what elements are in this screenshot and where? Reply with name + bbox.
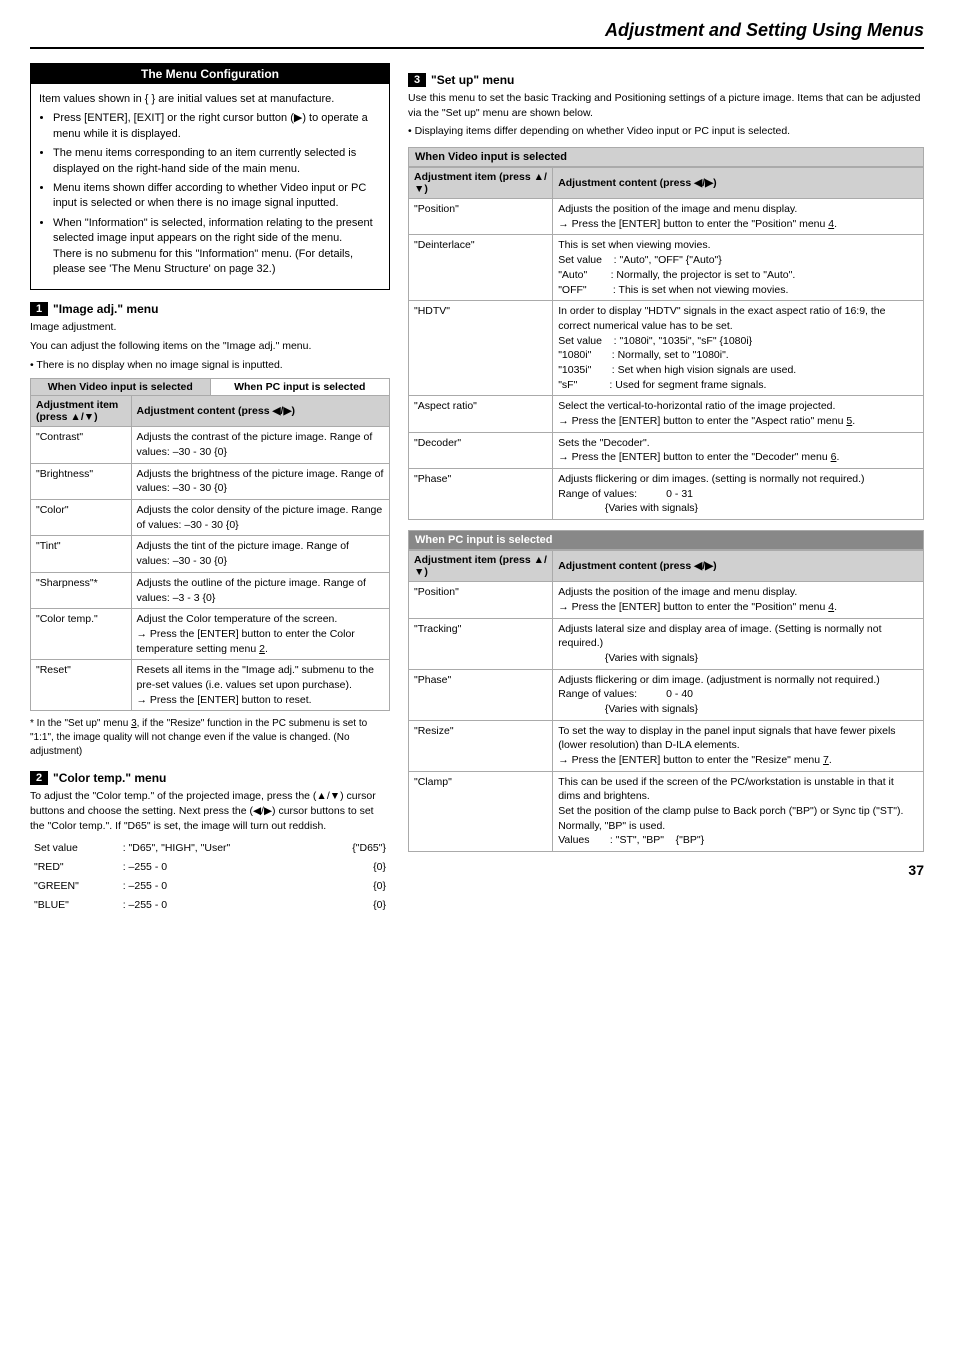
item-cell: "Tracking"	[409, 618, 553, 669]
col2-header-video: Adjustment content (press ◀/▶)	[553, 168, 924, 199]
menu-config-header: The Menu Configuration	[31, 64, 389, 84]
item-cell: "Tint"	[31, 536, 132, 572]
table-row: "Reset" Resets all items in the "Image a…	[31, 660, 390, 711]
menu1-table: Adjustment item (press ▲/▼) Adjustment c…	[30, 395, 390, 711]
col1-header-video: Adjustment item (press ▲/▼)	[409, 168, 553, 199]
list-item: When "Information" is selected, informat…	[53, 216, 381, 278]
content-cell: Select the vertical-to-horizontal ratio …	[553, 396, 924, 432]
list-item: Press [ENTER], [EXIT] or the right curso…	[53, 111, 381, 142]
tab-pc-input[interactable]: When PC input is selected	[211, 379, 390, 395]
table-row: "Resize" To set the way to display in th…	[409, 720, 924, 771]
table-row: "Clamp" This can be used if the screen o…	[409, 771, 924, 851]
item-cell: "Contrast"	[31, 427, 132, 463]
content-cell: Adjusts the contrast of the picture imag…	[131, 427, 389, 463]
when-pc-header: When PC input is selected	[408, 530, 924, 550]
table-row: "Tracking" Adjusts lateral size and disp…	[409, 618, 924, 669]
item-cell: "Brightness"	[31, 463, 132, 499]
item-cell: "Color"	[31, 500, 132, 536]
menu1-footnote: * In the "Set up" menu 3, if the "Resize…	[30, 717, 390, 759]
item-cell: "Position"	[409, 199, 553, 235]
list-item: Menu items shown differ according to whe…	[53, 181, 381, 212]
table-row: "Aspect ratio" Select the vertical-to-ho…	[409, 396, 924, 432]
set-value: : "D65", "HIGH", "User"	[121, 840, 319, 857]
table-row: "Color" Adjusts the color density of the…	[31, 500, 390, 536]
item-cell: "Resize"	[409, 720, 553, 771]
green-suffix: {0}	[321, 878, 388, 895]
table-row: "Phase" Adjusts flickering or dim images…	[409, 469, 924, 520]
table-row: "Decoder" Sets the "Decoder". → Press th…	[409, 432, 924, 468]
content-cell: Adjusts flickering or dim images. (setti…	[553, 469, 924, 520]
table-row: "Brightness" Adjusts the brightness of t…	[31, 463, 390, 499]
item-cell: "Clamp"	[409, 771, 553, 851]
blue-label: "BLUE"	[32, 897, 119, 914]
item-cell: "HDTV"	[409, 301, 553, 396]
table-row: "HDTV" In order to display "HDTV" signal…	[409, 301, 924, 396]
red-label: "RED"	[32, 859, 119, 876]
menu3-section: 3 "Set up" menu Use this menu to set the…	[408, 73, 924, 852]
menu3-title: 3 "Set up" menu	[408, 73, 924, 87]
table-row: "Deinterlace" This is set when viewing m…	[409, 235, 924, 301]
content-cell: Adjusts the position of the image and me…	[553, 199, 924, 235]
page-title: Adjustment and Setting Using Menus	[30, 20, 924, 49]
content-cell: Adjusts the outline of the picture image…	[131, 572, 389, 608]
content-cell: Adjusts the brightness of the picture im…	[131, 463, 389, 499]
green-value: : –255 - 0	[121, 878, 319, 895]
item-cell: "Decoder"	[409, 432, 553, 468]
item-cell: "Color temp."	[31, 609, 132, 660]
content-cell: Adjust the Color temperature of the scre…	[131, 609, 389, 660]
menu1-title: 1 "Image adj." menu	[30, 302, 390, 316]
list-item: The menu items corresponding to an item …	[53, 146, 381, 177]
content-cell: Sets the "Decoder". → Press the [ENTER] …	[553, 432, 924, 468]
menu2-section: 2 "Color temp." menu To adjust the "Colo…	[30, 771, 390, 915]
content-cell: In order to display "HDTV" signals in th…	[553, 301, 924, 396]
set-value-suffix: {"D65"}	[321, 840, 388, 857]
item-cell: "Aspect ratio"	[409, 396, 553, 432]
page-number: 37	[408, 862, 924, 878]
col2-header-pc: Adjustment content (press ◀/▶)	[553, 551, 924, 582]
content-cell: Resets all items in the "Image adj." sub…	[131, 660, 389, 711]
menu3-pc-table: Adjustment item (press ▲/▼) Adjustment c…	[408, 550, 924, 852]
table-row: "Sharpness"* Adjusts the outline of the …	[31, 572, 390, 608]
table-row: "Tint" Adjusts the tint of the picture i…	[31, 536, 390, 572]
table-row: "Position" Adjusts the position of the i…	[409, 199, 924, 235]
content-cell: Adjusts the color density of the picture…	[131, 500, 389, 536]
item-cell: "Deinterlace"	[409, 235, 553, 301]
table-row: "Contrast" Adjusts the contrast of the p…	[31, 427, 390, 463]
when-video-header: When Video input is selected	[408, 147, 924, 167]
blue-value: : –255 - 0	[121, 897, 319, 914]
red-value: : –255 - 0	[121, 859, 319, 876]
content-cell: Adjusts the position of the image and me…	[553, 582, 924, 618]
green-label: "GREEN"	[32, 878, 119, 895]
col2-header: Adjustment content (press ◀/▶)	[131, 396, 389, 427]
item-cell: "Position"	[409, 582, 553, 618]
col1-header-pc: Adjustment item (press ▲/▼)	[409, 551, 553, 582]
item-cell: "Reset"	[31, 660, 132, 711]
tab-video-input[interactable]: When Video input is selected	[31, 379, 211, 395]
item-cell: "Sharpness"*	[31, 572, 132, 608]
table-row: "Color temp." Adjust the Color temperatu…	[31, 609, 390, 660]
table-row: "Phase" Adjusts flickering or dim image.…	[409, 669, 924, 720]
item-cell: "Phase"	[409, 669, 553, 720]
menu2-title: 2 "Color temp." menu	[30, 771, 390, 785]
menu-config-list: Press [ENTER], [EXIT] or the right curso…	[39, 111, 381, 277]
menu-config-section: The Menu Configuration Item values shown…	[30, 63, 390, 290]
content-cell: This is set when viewing movies. Set val…	[553, 235, 924, 301]
table-row: "Position" Adjusts the position of the i…	[409, 582, 924, 618]
menu3-video-table: Adjustment item (press ▲/▼) Adjustment c…	[408, 167, 924, 520]
col1-header: Adjustment item (press ▲/▼)	[31, 396, 132, 427]
content-cell: Adjusts the tint of the picture image. R…	[131, 536, 389, 572]
content-cell: This can be used if the screen of the PC…	[553, 771, 924, 851]
red-suffix: {0}	[321, 859, 388, 876]
content-cell: Adjusts lateral size and display area of…	[553, 618, 924, 669]
set-value-label: Set value	[32, 840, 119, 857]
color-temp-table: Set value : "D65", "HIGH", "User" {"D65"…	[30, 838, 390, 915]
blue-suffix: {0}	[321, 897, 388, 914]
content-cell: Adjusts flickering or dim image. (adjust…	[553, 669, 924, 720]
menu-config-para: Item values shown in { } are initial val…	[39, 92, 381, 107]
content-cell: To set the way to display in the panel i…	[553, 720, 924, 771]
item-cell: "Phase"	[409, 469, 553, 520]
menu1-section: 1 "Image adj." menu Image adjustment. Yo…	[30, 302, 390, 759]
